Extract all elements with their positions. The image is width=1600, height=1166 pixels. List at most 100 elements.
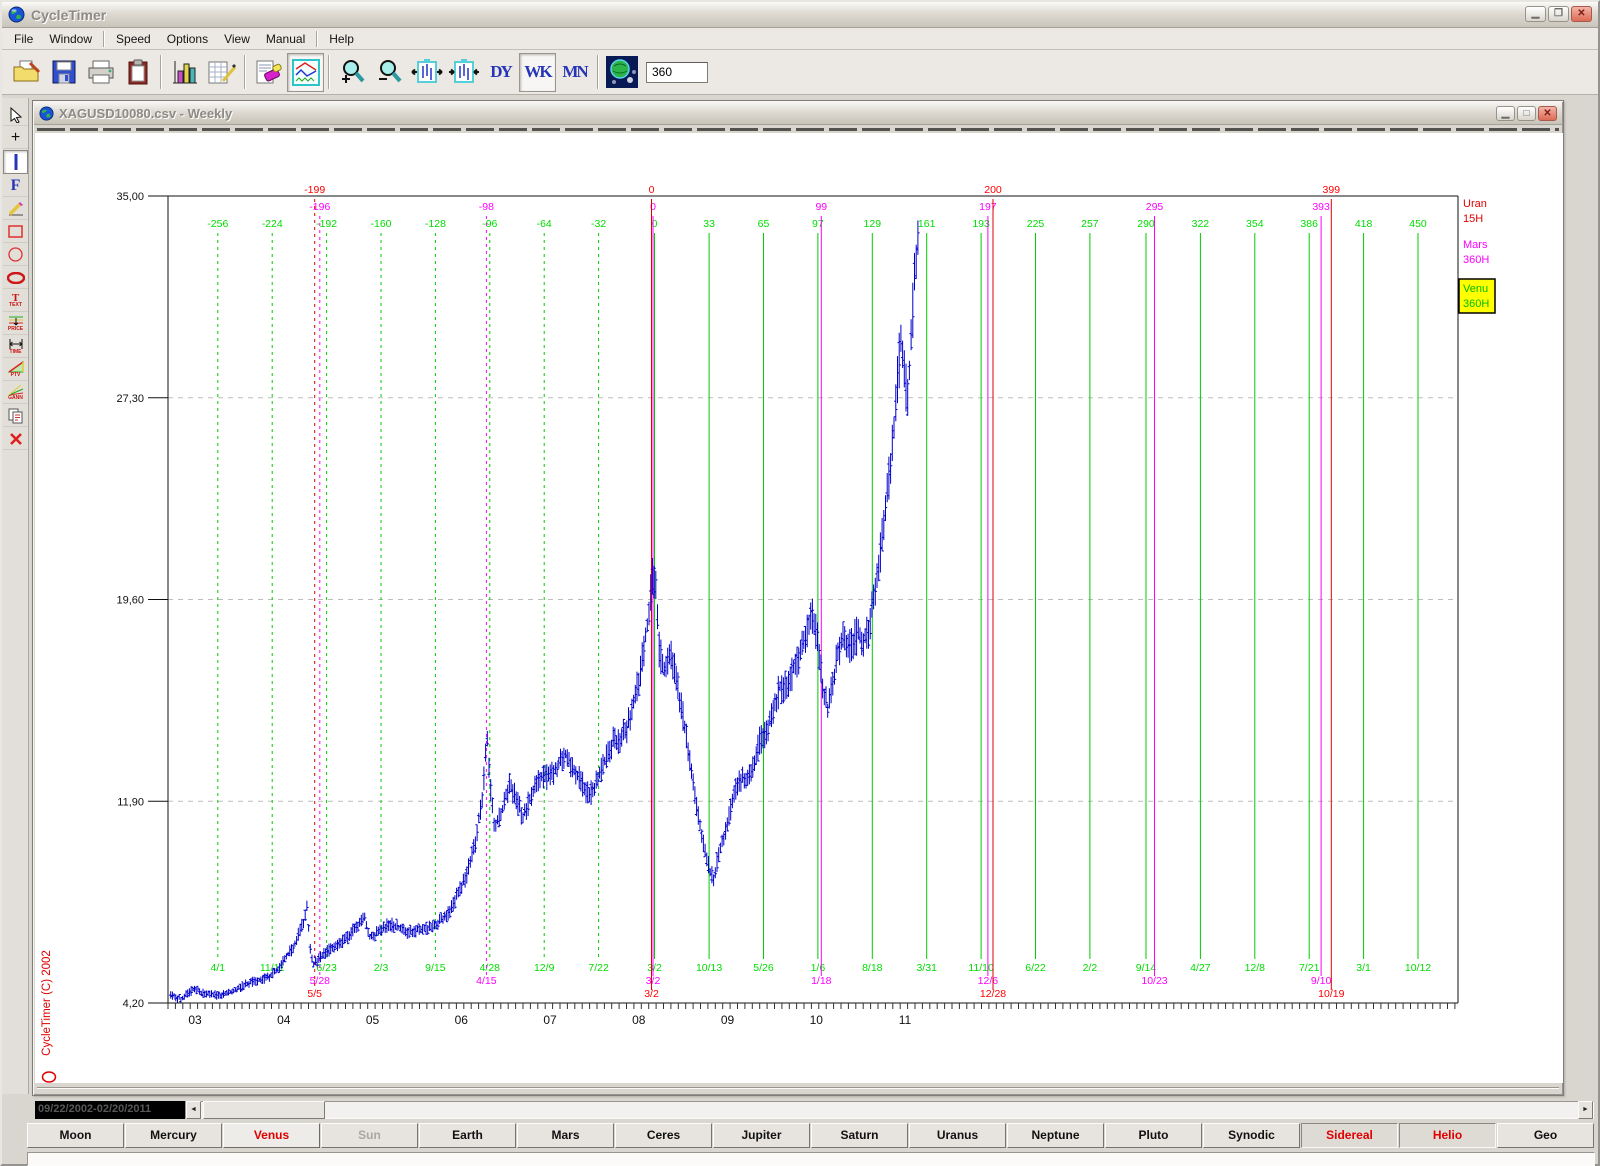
copy-tool[interactable]	[3, 405, 28, 427]
delete-tool[interactable]	[3, 428, 28, 450]
menu-window[interactable]: Window	[41, 29, 100, 49]
price-tool[interactable]: PRICE	[3, 313, 28, 335]
legend-mars-period[interactable]: 360H	[1463, 254, 1489, 266]
tab-mercury[interactable]: Mercury	[125, 1123, 222, 1148]
time-tool[interactable]: TIME	[3, 336, 28, 358]
crosshair-tool[interactable]: +	[3, 127, 28, 149]
legend-venu-name[interactable]: Venu	[1463, 283, 1488, 295]
cycletimer-application: CycleTimer ▁ ❐ ✕ File Window Speed Optio…	[0, 0, 1600, 1166]
chart-window: XAGUSD10080.csv - Weekly ▁ □ ✕ 35,0027,3…	[32, 100, 1564, 1096]
erase-study-button[interactable]	[250, 53, 287, 92]
chart-window-title-bar[interactable]: XAGUSD10080.csv - Weekly ▁ □ ✕	[34, 102, 1562, 125]
legend-uran-period[interactable]: 15H	[1463, 213, 1483, 225]
pencil-icon	[7, 201, 25, 217]
chart-maximize-button[interactable]: □	[1517, 106, 1536, 121]
chart-lines-icon	[292, 59, 320, 86]
compress-bars-button[interactable]	[445, 53, 482, 92]
rectangle-tool[interactable]	[3, 221, 28, 243]
chart-window-title: XAGUSD10080.csv - Weekly	[59, 106, 232, 121]
monthly-button[interactable]: MN	[556, 53, 593, 92]
tab-pluto[interactable]: Pluto	[1105, 1123, 1202, 1148]
menu-help[interactable]: Help	[321, 29, 362, 49]
chart-bottom-groove	[37, 1087, 1559, 1089]
daily-button[interactable]: DY	[482, 53, 519, 92]
legend-mars-name[interactable]: Mars	[1463, 239, 1488, 251]
gann-tool[interactable]: GANN	[3, 382, 28, 404]
app-globe-icon	[8, 6, 25, 23]
chart-minimize-button[interactable]: ▁	[1496, 106, 1515, 121]
eraser-doc-icon	[255, 59, 283, 86]
menu-view[interactable]: View	[216, 29, 258, 49]
legend-uran-name[interactable]: Uran	[1463, 198, 1487, 210]
clipboard-button[interactable]	[119, 53, 156, 92]
zoom-in-button[interactable]	[334, 53, 371, 92]
toolbar-separator	[328, 55, 330, 89]
monthly-label: MN	[562, 62, 586, 82]
tab-uranus[interactable]: Uranus	[909, 1123, 1006, 1148]
pointer-tool[interactable]	[3, 104, 28, 126]
scroll-left-button[interactable]: ◄	[186, 1101, 201, 1119]
restore-button[interactable]: ❐	[1548, 6, 1569, 22]
scrollbar-thumb[interactable]	[203, 1101, 325, 1119]
text-tool[interactable]: T TEXT	[3, 290, 28, 312]
chart-lines-button[interactable]	[287, 53, 324, 92]
tab-sidereal[interactable]: Sidereal	[1301, 1123, 1398, 1148]
print-button[interactable]	[82, 53, 119, 92]
tab-mars[interactable]: Mars	[517, 1123, 614, 1148]
menu-manual[interactable]: Manual	[258, 29, 313, 49]
menu-options[interactable]: Options	[159, 29, 216, 49]
menu-file[interactable]: File	[6, 29, 41, 49]
calc-sheet-button[interactable]	[203, 53, 240, 92]
zoom-out-button[interactable]	[371, 53, 408, 92]
y-axis-label: 11,90	[117, 796, 144, 808]
vertical-line-tool[interactable]	[3, 150, 28, 174]
ellipse-tool[interactable]	[3, 267, 28, 289]
chart-close-button[interactable]: ✕	[1538, 106, 1557, 121]
menu-speed[interactable]: Speed	[108, 29, 159, 49]
horizontal-scrollbar-track[interactable]	[185, 1101, 1594, 1119]
ptv-tool[interactable]: PTV	[3, 359, 28, 381]
time-tool-label: TIME	[10, 350, 22, 355]
tab-moon[interactable]: Moon	[27, 1123, 124, 1148]
tab-neptune[interactable]: Neptune	[1007, 1123, 1104, 1148]
tab-sun[interactable]: Sun	[321, 1123, 418, 1148]
ephemeris-button[interactable]	[603, 53, 640, 92]
x-axis-year-label: 04	[277, 1013, 291, 1027]
bar-chart-button[interactable]	[166, 53, 203, 92]
price-tool-label: PRICE	[8, 327, 23, 332]
tab-saturn[interactable]: Saturn	[811, 1123, 908, 1148]
menu-separator	[103, 31, 105, 47]
fibonacci-tool[interactable]: F	[3, 175, 28, 197]
close-button[interactable]: ✕	[1571, 6, 1592, 22]
legend-venu-period[interactable]: 360H	[1463, 298, 1489, 310]
toolbar: DY WK MN	[2, 50, 1598, 95]
compress-bars-icon	[448, 58, 480, 86]
circle-tool[interactable]	[3, 244, 28, 266]
interval-input[interactable]	[646, 62, 708, 83]
tab-geo[interactable]: Geo	[1497, 1123, 1594, 1148]
save-button[interactable]	[45, 53, 82, 92]
chart-plot-area[interactable]	[168, 196, 1458, 1003]
chart-svg: 35,0027,3019,6011,904,200304050607080910…	[35, 133, 1563, 1083]
weekly-button[interactable]: WK	[519, 53, 556, 92]
tab-jupiter[interactable]: Jupiter	[713, 1123, 810, 1148]
fibonacci-label: F	[11, 178, 21, 193]
scroll-right-button[interactable]: ►	[1578, 1101, 1593, 1119]
tab-venus[interactable]: Venus	[223, 1123, 320, 1148]
main-title-bar: CycleTimer ▁ ❐ ✕	[2, 2, 1598, 28]
gann-tool-label: GANN	[8, 396, 23, 401]
tab-helio[interactable]: Helio	[1399, 1123, 1496, 1148]
x-axis-year-label: 06	[455, 1013, 469, 1027]
chart-canvas[interactable]: 35,0027,3019,6011,904,200304050607080910…	[35, 133, 1563, 1083]
open-file-button[interactable]	[8, 53, 45, 92]
trendline-tool[interactable]	[3, 198, 28, 220]
cycle-number-red: 0	[649, 184, 655, 196]
expand-bars-icon	[411, 58, 443, 86]
tab-earth[interactable]: Earth	[419, 1123, 516, 1148]
minimize-button[interactable]: ▁	[1525, 6, 1546, 22]
expand-bars-button[interactable]	[408, 53, 445, 92]
menu-bar: File Window Speed Options View Manual He…	[2, 28, 1598, 50]
tab-ceres[interactable]: Ceres	[615, 1123, 712, 1148]
toolbar-separator	[160, 55, 162, 89]
tab-synodic[interactable]: Synodic	[1203, 1123, 1300, 1148]
